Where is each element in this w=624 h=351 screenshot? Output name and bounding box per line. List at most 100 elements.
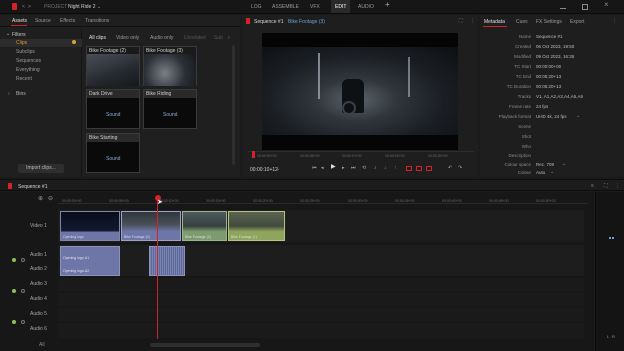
filter-recent[interactable]: Recent [16,76,32,82]
step-back-icon[interactable]: ◂ [321,165,324,171]
tab-log[interactable]: LOG [251,4,262,10]
viewer-clip-name[interactable]: Bike Footage (3) [288,19,325,25]
filter-subclips[interactable]: Subclips [16,49,35,55]
colour-dropdown-icon[interactable]: ⌄ [550,169,554,175]
add-tab-button[interactable]: + [385,1,390,9]
undo-icon[interactable]: ↶ [448,165,452,171]
metadata-more-icon[interactable]: ⋮ [612,18,617,24]
audio-track-lane[interactable] [58,323,584,338]
viewer-more-icon[interactable]: ⋮ [470,18,475,24]
metadata-value[interactable]: Rec. 709 [536,162,554,167]
audio-3-solo-dot[interactable] [21,289,25,293]
track-label-audio-1[interactable]: Audio 1 [30,252,47,258]
import-clips-button[interactable]: Import clips... [18,164,64,173]
clip-tab-unrelated[interactable]: Unrelated [184,35,206,41]
track-label-audio-5[interactable]: Audio 5 [30,311,47,317]
audio-meter-toggle-icon[interactable]: ≡ [591,183,594,189]
tab-cues[interactable]: Cues [516,19,528,25]
tab-assemble[interactable]: ASSEMBLE [272,4,299,10]
zoom-out-icon[interactable]: ⊖ [48,196,53,202]
replace-icon[interactable] [426,166,432,171]
tab-effects[interactable]: Effects [60,18,75,24]
maximize-icon[interactable] [582,4,588,10]
bins-title[interactable]: Bins [16,91,26,97]
filter-sequences[interactable]: Sequences [16,58,41,64]
mark-in-icon[interactable]: ↓ [384,165,387,171]
video-clip[interactable]: Bike Footage (2) [182,211,227,241]
play-icon[interactable]: ▶ [331,164,336,170]
tab-audio[interactable]: AUDIO [358,4,374,10]
step-forward-icon[interactable]: ▸ [342,165,345,171]
back-chevron-icon[interactable]: < [22,4,25,10]
filter-everything[interactable]: Everything [16,67,40,73]
audio-6-enable-dot[interactable] [12,320,16,324]
filter-clips[interactable]: Clips [16,40,27,46]
clip-tab-audio[interactable]: Audio only [150,35,173,41]
minimize-icon[interactable] [560,8,566,9]
viewer-playhead[interactable] [252,151,255,158]
clip-card[interactable]: Bike Footage (3) [143,46,197,86]
track-label-audio-3[interactable]: Audio 3 [30,281,47,287]
audio-1-solo-dot[interactable] [21,258,25,262]
colour-space-dropdown-icon[interactable]: ⌄ [562,161,566,167]
video-clip[interactable]: Bike Footage (2) [121,211,181,241]
filters-title[interactable]: Filters [12,32,26,38]
timeline-playhead-line[interactable] [157,200,158,339]
overwrite-icon[interactable] [416,166,422,171]
track-label-audio-4[interactable]: Audio 4 [30,296,47,302]
tab-edit[interactable]: EDIT [331,0,351,13]
metadata-value[interactable]: Sequence #1 [536,34,563,39]
tab-metadata[interactable]: Metadata [484,19,505,25]
project-dropdown-icon[interactable]: ⌄ [97,4,101,10]
all-tracks-label[interactable]: All [39,342,45,348]
redo-icon[interactable]: ↷ [458,165,462,171]
clip-tab-video[interactable]: Video only [116,35,139,41]
audio-track-lane[interactable] [58,293,584,306]
bins-chevron-icon[interactable]: › [8,91,10,97]
video-clip[interactable]: Opening logo [60,211,120,241]
audio-track-lane[interactable] [58,308,584,321]
tab-assets[interactable]: Assets [12,18,27,24]
skip-end-icon[interactable]: ⏭ [351,165,356,171]
insert-icon[interactable] [406,166,412,171]
playback-format-dropdown-icon[interactable]: ⌄ [576,113,580,119]
audio-track-lane[interactable] [58,278,584,291]
timeline-expand-icon[interactable]: ⛶ [604,183,608,189]
track-label-audio-6[interactable]: Audio 6 [30,326,47,332]
audio-clip[interactable]: Opening logo.A1 Opening logo.A2 [60,246,120,276]
tab-transitions[interactable]: Transitions [85,18,109,24]
clip-tab-sub[interactable]: Sub [214,35,223,41]
metadata-value[interactable]: UHD 4k, 24 fps [536,114,567,119]
clip-card[interactable]: Bike Starting Sound [86,133,140,173]
clip-card[interactable]: Dark Drive Sound [86,89,140,129]
track-label-video-1[interactable]: Video 1 [30,223,47,229]
skip-start-icon[interactable]: ⏮ [312,165,317,171]
metadata-value[interactable]: 00:00:00+00 [536,64,561,69]
loop-icon[interactable]: ⟲ [362,165,366,171]
timecode-dropdown-icon[interactable]: ⌄ [276,166,280,172]
project-name[interactable]: Night Ride 2 [68,4,96,10]
audio-clip[interactable] [149,246,185,276]
tab-export[interactable]: Export [570,19,584,25]
audio-3-enable-dot[interactable] [12,289,16,293]
viewer-timecode[interactable]: 00:00:10+12 [250,167,278,173]
filters-chevron-icon[interactable]: ⌄ [6,31,10,37]
tab-source[interactable]: Source [35,18,51,24]
audio-6-solo-dot[interactable] [21,320,25,324]
audio-track-lane[interactable] [58,245,584,276]
zoom-in-icon[interactable]: ⊕ [38,196,43,202]
forward-chevron-icon[interactable]: > [28,4,31,10]
mark-out-icon[interactable]: ↑ [394,165,397,171]
timeline-horizontal-scrollbar[interactable] [150,343,260,347]
tab-fx-settings[interactable]: FX Settings [536,19,562,25]
filter-clips-row[interactable] [0,39,82,47]
timeline-more-icon[interactable]: ⋮ [615,183,620,189]
audio-1-enable-dot[interactable] [12,258,16,262]
clip-tabs-more-icon[interactable]: › [228,35,230,41]
clip-card[interactable]: Bike Riding Sound [143,89,197,129]
expand-icon[interactable]: ⛶ [459,18,463,24]
close-icon[interactable]: × [604,1,609,9]
video-clip[interactable]: Bike Footage (1) [228,211,285,241]
tab-vfx[interactable]: VFX [310,4,320,10]
clip-tab-all[interactable]: All clips [89,35,106,41]
